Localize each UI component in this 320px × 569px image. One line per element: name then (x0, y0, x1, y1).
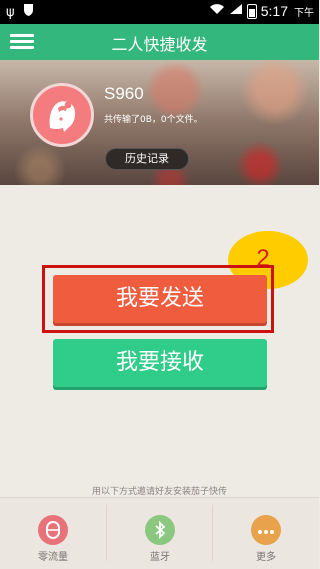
app-header: 二人快捷收发 (0, 24, 319, 60)
clock: 5:17 (260, 3, 288, 19)
history-button[interactable]: 历史记录 (105, 148, 189, 170)
clock-suffix: 下午 (294, 7, 314, 19)
share-zero-data-label: 零流量 (38, 552, 68, 563)
share-bluetooth-label: 蓝牙 (150, 552, 170, 563)
wifi-icon (209, 3, 225, 19)
device-banner: S960 共传输了0B，0个文件。 历史记录 (0, 60, 319, 185)
share-more-label: 更多 (256, 552, 276, 563)
send-button[interactable]: 我要发送 (53, 275, 267, 323)
notification-icon (23, 3, 34, 21)
status-bar: ψ 5:17 下午 (0, 0, 319, 24)
usb-icon: ψ (6, 4, 15, 20)
avatar[interactable] (30, 83, 94, 147)
more-icon (251, 515, 281, 545)
receive-button[interactable]: 我要接收 (53, 339, 267, 387)
share-bluetooth[interactable]: 蓝牙 (107, 498, 213, 569)
share-more[interactable]: 更多 (213, 498, 319, 569)
page-title: 二人快捷收发 (111, 35, 208, 54)
transfer-summary: 共传输了0B，0个文件。 (104, 115, 203, 125)
signal-icon (229, 3, 243, 19)
share-divider (212, 505, 213, 561)
share-zero-data[interactable]: 零流量 (0, 498, 106, 569)
bluetooth-icon (145, 515, 175, 545)
battery-icon (246, 3, 257, 19)
share-options: 零流量 蓝牙 更多 (0, 497, 319, 569)
zero-data-icon (38, 515, 68, 545)
device-name: S960 (104, 84, 144, 103)
invite-text: 用以下方式邀请好友安装茄子快传 (91, 487, 227, 497)
share-divider (106, 505, 107, 561)
baby-avatar-icon (49, 101, 76, 132)
